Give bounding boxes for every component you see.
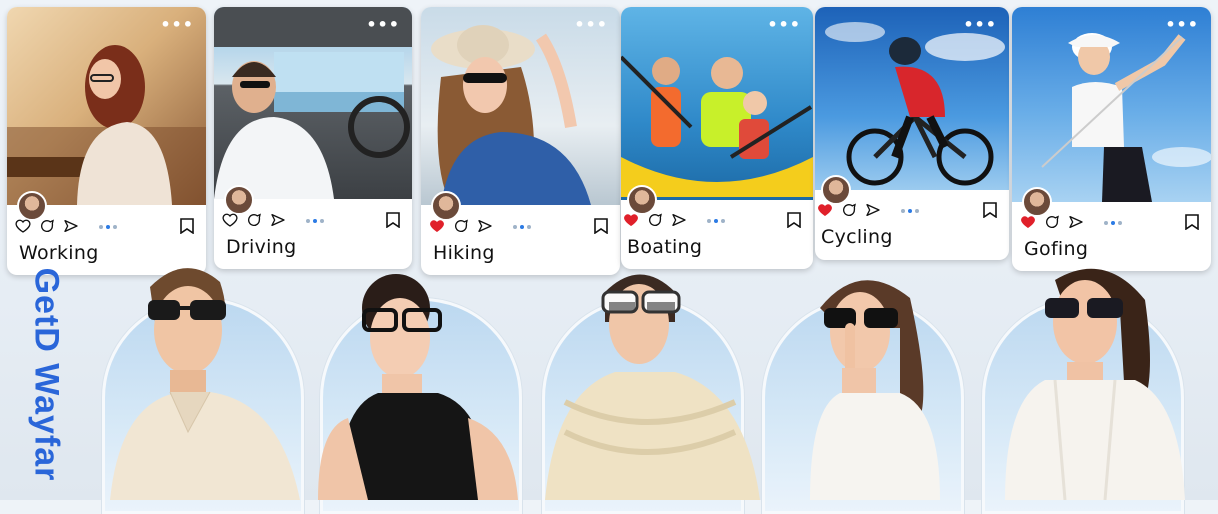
send-icon[interactable] [671,212,687,228]
send-icon[interactable] [1068,214,1084,230]
more-dots-icon[interactable]: ••• [1165,15,1199,34]
model-woman-finger-lips [810,280,940,500]
more-dots-icon[interactable]: ••• [574,15,608,34]
comment-icon[interactable] [39,218,55,234]
more-dots-icon[interactable]: ••• [767,15,801,34]
heart-icon[interactable] [222,212,238,228]
carousel-pager [306,219,324,223]
post-photo: ••• [214,7,412,199]
woman-golfing-illustration [1041,33,1211,202]
post-photo: ••• [7,7,206,205]
bookmark-icon[interactable] [983,202,997,218]
model-woman-cream-sweater [545,274,760,500]
comment-icon[interactable] [841,202,857,218]
post-photo: ••• [815,7,1009,190]
send-icon[interactable] [270,212,286,228]
carousel-pager [901,209,919,213]
card-label: Gofing [1024,238,1089,260]
card-label: Cycling [821,226,893,248]
woman-working-illustration [7,45,206,205]
comment-icon[interactable] [1044,214,1060,230]
bookmark-icon[interactable] [787,212,801,228]
woman-hiking-illustration [431,25,591,205]
carousel-pager [707,219,725,223]
more-dots-icon[interactable]: ••• [160,15,194,34]
bookmark-icon[interactable] [594,218,608,234]
send-icon[interactable] [63,218,79,234]
post-card-hiking[interactable]: ••• Hiking [421,7,620,275]
heart-icon[interactable] [429,218,445,234]
man-cycling-illustration [825,22,1005,186]
send-icon[interactable] [865,202,881,218]
model-woman-black-top [318,274,518,500]
carousel-pager [99,225,117,229]
post-card-driving[interactable]: ••• Driving [214,7,412,269]
carousel-pager [513,225,531,229]
post-photo: ••• [621,7,813,200]
post-card-working[interactable]: ••• Working [7,7,206,275]
heart-icon[interactable] [15,218,31,234]
post-actions [222,210,286,230]
comment-icon[interactable] [246,212,262,228]
heart-icon[interactable] [623,212,639,228]
bookmark-icon[interactable] [386,212,400,228]
carousel-pager [1104,221,1122,225]
bookmark-icon[interactable] [180,218,194,234]
post-actions [429,216,493,236]
comment-icon[interactable] [647,212,663,228]
brand-name: GetD Wayfar [27,267,66,482]
more-dots-icon[interactable]: ••• [963,15,997,34]
heart-icon[interactable] [1020,214,1036,230]
send-icon[interactable] [477,218,493,234]
model-man-sunglasses [110,268,300,500]
bookmark-icon[interactable] [1185,214,1199,230]
post-actions [817,200,881,220]
comment-icon[interactable] [453,218,469,234]
card-label: Boating [627,236,703,258]
post-card-gofing[interactable]: ••• Gofing [1012,7,1211,271]
more-dots-icon[interactable]: ••• [366,15,400,34]
man-driving-illustration [214,7,412,199]
post-actions [1020,212,1084,232]
post-card-boating[interactable]: ••• Boating [621,7,813,269]
post-actions [15,216,79,236]
post-photo: ••• [1012,7,1211,202]
post-photo: ••• [421,7,620,205]
post-actions [623,210,687,230]
card-label: Hiking [433,242,495,264]
heart-icon[interactable] [817,202,833,218]
card-label: Working [19,242,99,264]
brand-wordmark: GetD Wayfar [22,262,70,487]
model-woman-white-top [1005,268,1185,500]
family-boating-illustration [621,55,813,197]
post-card-cycling[interactable]: ••• Cycling [815,7,1009,260]
